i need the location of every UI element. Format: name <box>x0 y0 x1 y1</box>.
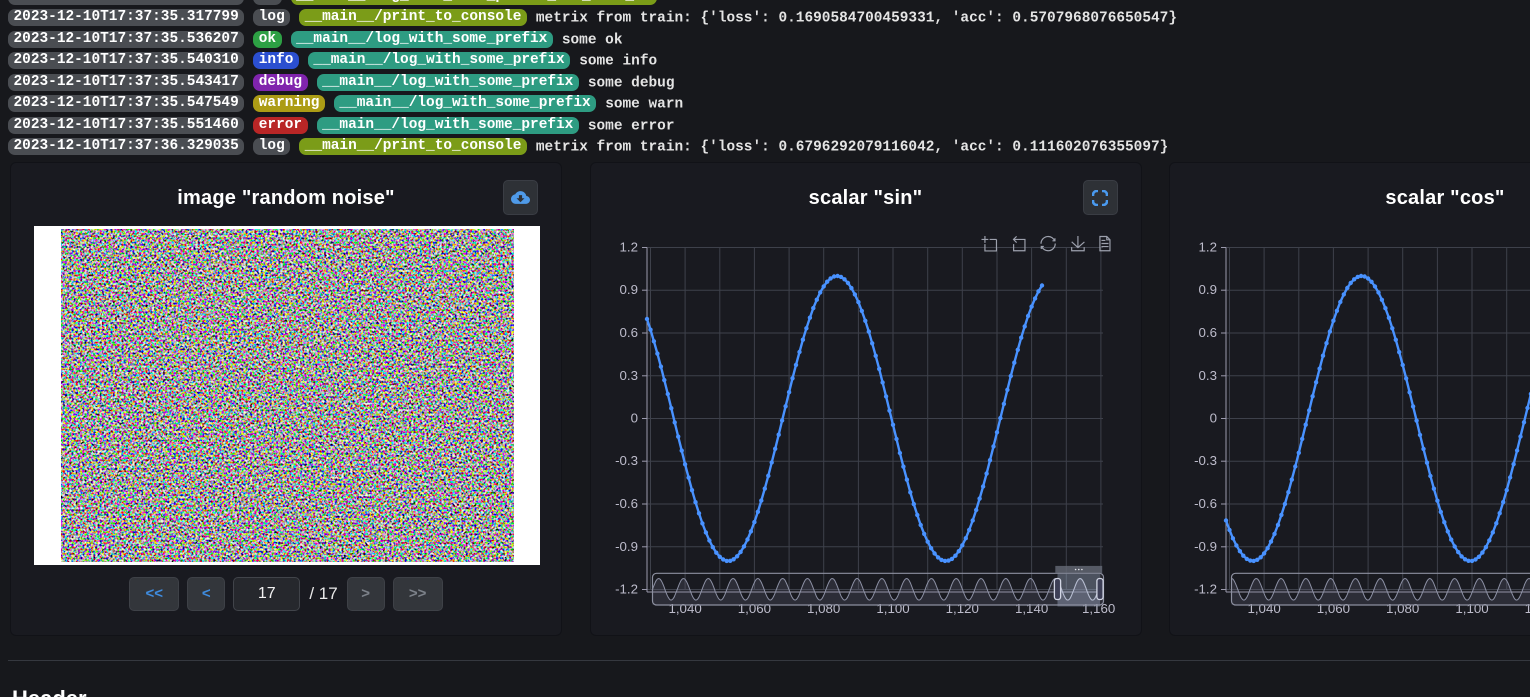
svg-text:-0.6: -0.6 <box>615 496 638 511</box>
svg-text:-0.9: -0.9 <box>615 538 638 553</box>
svg-text:-0.9: -0.9 <box>1194 538 1217 553</box>
svg-text:-0.6: -0.6 <box>1194 496 1217 511</box>
svg-text:1.2: 1.2 <box>1199 239 1218 254</box>
svg-text:-0.3: -0.3 <box>1194 453 1217 468</box>
svg-text:-1.2: -1.2 <box>1194 581 1217 596</box>
svg-text:0.6: 0.6 <box>619 325 638 340</box>
svg-text:0: 0 <box>1210 410 1217 425</box>
svg-text:1.2: 1.2 <box>619 239 638 254</box>
svg-text:0.3: 0.3 <box>1199 367 1218 382</box>
svg-text:0.9: 0.9 <box>619 282 638 297</box>
svg-text:0.6: 0.6 <box>1199 325 1218 340</box>
svg-text:-0.3: -0.3 <box>615 453 638 468</box>
svg-text:-1.2: -1.2 <box>615 581 638 596</box>
svg-text:0.3: 0.3 <box>619 367 638 382</box>
svg-text:0.9: 0.9 <box>1199 282 1218 297</box>
svg-text:0: 0 <box>630 410 637 425</box>
